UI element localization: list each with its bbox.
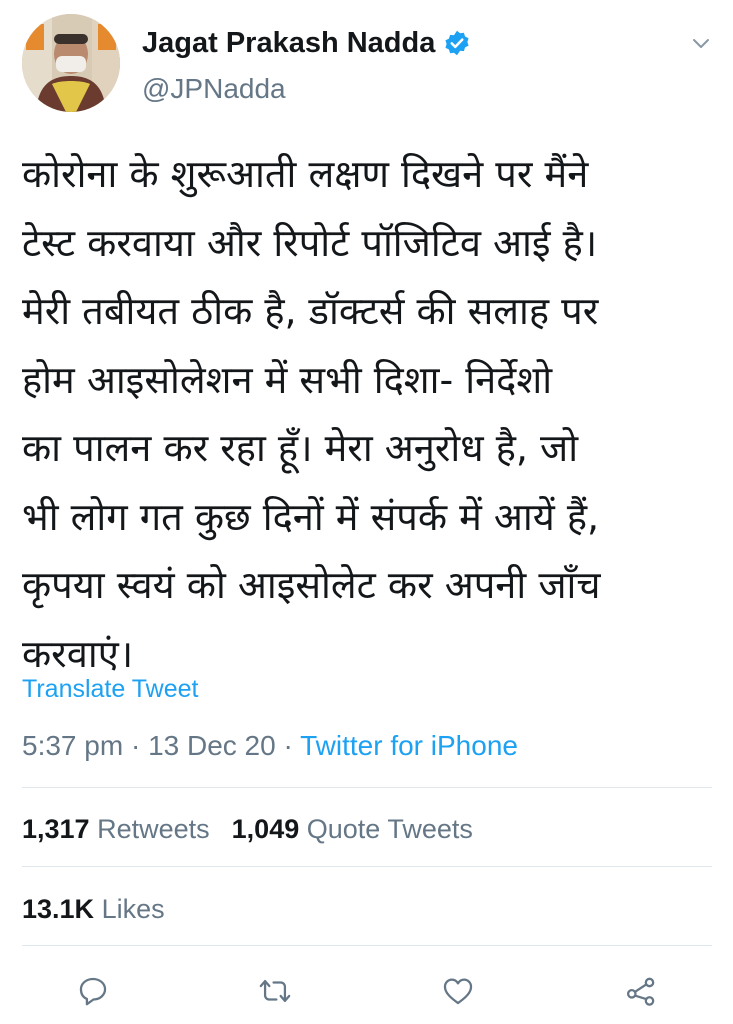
action-bar: [0, 966, 733, 1016]
tweet-line: भी लोग गत कुछ दिनों में संपर्क में आयें …: [22, 494, 600, 539]
quote-tweets-stat[interactable]: 1,049 Quote Tweets: [232, 812, 473, 846]
tweet-text: कोरोना के शुरूआती लक्षण दिखने पर मैंने ट…: [22, 140, 702, 688]
tweet-line: होम आइसोलेशन में सभी दिशा- निर्देशो: [22, 357, 553, 402]
verified-badge-icon: [443, 29, 471, 57]
tweet-line: करवाएं।: [22, 631, 134, 676]
tweet-line: कोरोना के शुरूआती लक्षण दिखने पर मैंने: [22, 152, 589, 196]
quote-tweets-count: 1,049: [231, 814, 300, 844]
profile-photo: [22, 14, 120, 112]
tweet-header: Jagat Prakash Nadda @JPNadda: [22, 14, 712, 114]
likes-stats: 13.1K Likes: [22, 892, 165, 926]
reply-icon[interactable]: [76, 974, 110, 1008]
retweets-label: Retweets: [97, 814, 210, 844]
tweet-source-link[interactable]: Twitter for iPhone: [300, 730, 518, 761]
engagement-stats: 1,317 Retweets 1,049 Quote Tweets: [22, 812, 473, 846]
translate-tweet-link[interactable]: Translate Tweet: [22, 675, 198, 704]
tweet-meta: 5:37 pm · 13 Dec 20 · Twitter for iPhone: [22, 728, 518, 764]
chevron-down-icon[interactable]: [690, 32, 712, 54]
divider: [22, 787, 712, 788]
likes-label: Likes: [101, 894, 165, 924]
avatar[interactable]: [22, 14, 120, 112]
retweets-stat[interactable]: 1,317 Retweets: [22, 812, 210, 846]
name-row: Jagat Prakash Nadda: [142, 26, 471, 60]
likes-count: 13.1K: [22, 894, 95, 924]
meta-separator: ·: [123, 730, 149, 761]
tweet-line: कृपया स्वयं को आइसोलेट कर अपनी जाँच: [22, 563, 601, 607]
tweet-date[interactable]: 13 Dec 20: [148, 730, 276, 761]
retweet-icon[interactable]: [258, 974, 292, 1008]
retweets-count: 1,317: [22, 814, 90, 844]
author-name[interactable]: Jagat Prakash Nadda: [142, 26, 435, 60]
tweet-line: मेरी तबीयत ठीक है, डॉक्टर्स की सलाह पर: [22, 289, 599, 333]
divider: [22, 866, 712, 867]
divider: [22, 945, 712, 946]
heart-icon[interactable]: [441, 974, 475, 1008]
tweet-time[interactable]: 5:37 pm: [22, 730, 123, 761]
meta-separator: ·: [275, 730, 301, 761]
author-handle[interactable]: @JPNadda: [142, 72, 286, 106]
tweet-line: का पालन कर रहा हूँ। मेरा अनुरोध है, जो: [22, 426, 579, 470]
quote-tweets-label: Quote Tweets: [306, 814, 473, 844]
share-icon[interactable]: [624, 974, 658, 1008]
tweet-line: टेस्ट करवाया और रिपोर्ट पॉजिटिव आई है।: [22, 220, 598, 265]
likes-stat[interactable]: 13.1K Likes: [22, 892, 165, 926]
